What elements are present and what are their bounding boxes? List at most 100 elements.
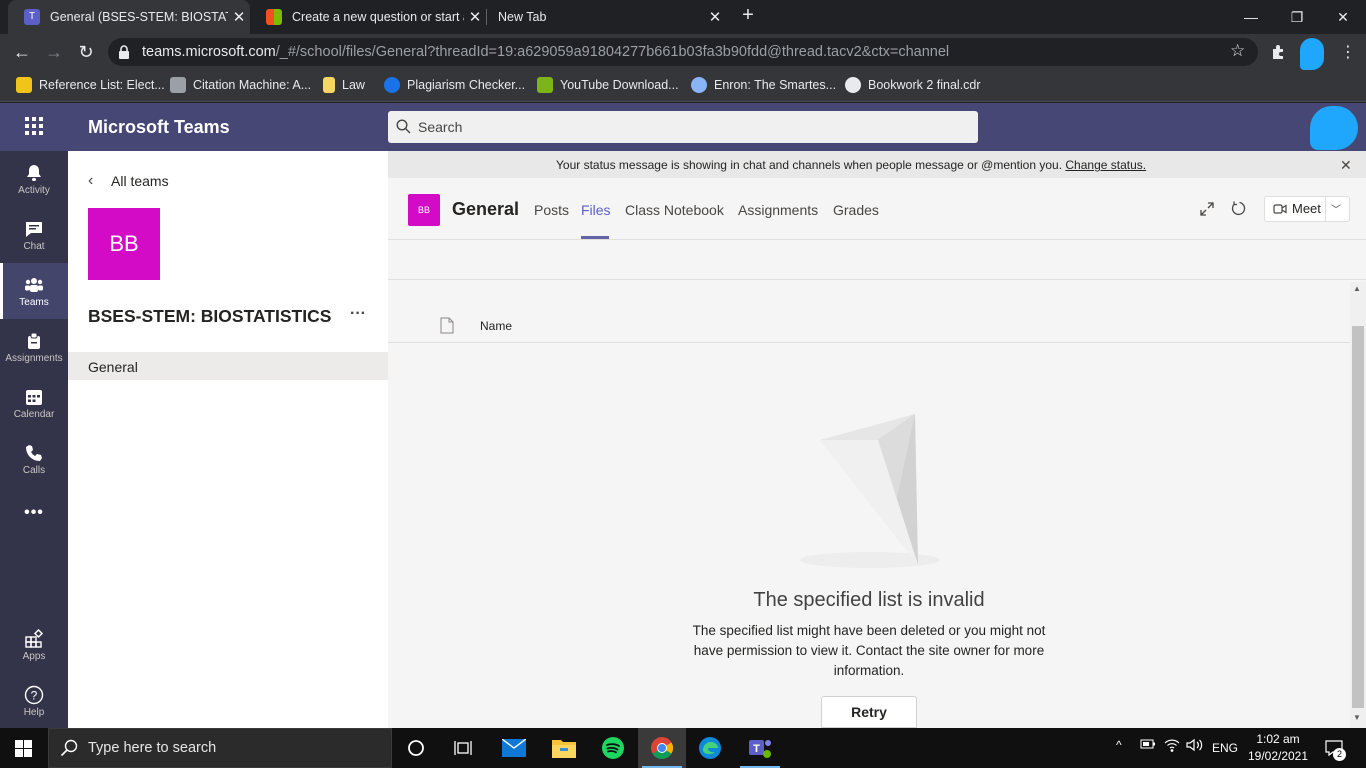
error-title: The specified list is invalid [753,589,985,611]
bookmark-item[interactable]: Citation Machine: A... [170,76,311,94]
banner-close-icon[interactable]: ✕ [1340,157,1352,174]
tab-close-icon[interactable]: ✕ [464,8,486,26]
back-arrow-icon[interactable]: ← [11,41,33,63]
tab-close-icon[interactable]: ✕ [704,8,726,26]
chevron-left-icon[interactable]: ‹ [88,172,93,190]
browser-tab-teams[interactable]: T General (BSES-STEM: BIOSTATISTICS) ✕ [8,0,250,34]
bookmark-label: YouTube Download... [560,78,679,92]
rail-help[interactable]: ? Help [0,673,68,729]
bookmark-label: Bookwork 2 final.cdr [868,78,981,92]
rail-calendar[interactable]: Calendar [0,375,68,431]
scroll-up-arrow-icon[interactable]: ▲ [1353,284,1361,293]
scrollbar-thumb[interactable] [1352,326,1364,708]
lock-icon[interactable] [118,44,130,60]
bookmark-label: Plagiarism Checker... [407,78,526,92]
taskbar-clock[interactable]: 1:02 am 19/02/2021 [1246,731,1310,765]
file-type-icon [440,317,454,339]
tab-title: New Tab [498,10,547,24]
column-name[interactable]: Name [480,319,512,333]
bookmark-star-icon[interactable]: ☆ [1230,41,1245,61]
language-indicator[interactable]: ENG [1212,741,1238,755]
rail-activity[interactable]: Activity [0,151,68,207]
notification-count-badge: 2 [1333,748,1346,761]
window-close-button[interactable]: ✕ [1320,0,1366,34]
search-icon [396,119,411,139]
bookmark-item[interactable]: Law [323,76,365,94]
rail-label: Teams [19,297,49,308]
search-input[interactable] [388,111,978,143]
rail-assignments[interactable]: Assignments [0,319,68,375]
change-status-link[interactable]: Change status. [1065,158,1146,172]
url-text[interactable]: teams.microsoft.com/_#/school/files/Gene… [142,44,949,60]
cortana-icon[interactable] [392,728,440,768]
all-teams-link[interactable]: All teams [111,173,169,189]
wifi-icon[interactable] [1164,738,1180,755]
minimize-button[interactable]: — [1228,0,1274,34]
tab-grades[interactable]: Grades [833,202,879,218]
tray-chevron-up-icon[interactable]: ^ [1116,738,1122,752]
extensions-puzzle-icon[interactable] [1270,43,1288,66]
forward-arrow-icon[interactable]: → [43,41,65,63]
task-view-icon[interactable] [440,728,488,768]
tab-class-notebook[interactable]: Class Notebook [625,202,724,218]
windows-start-icon[interactable] [15,740,32,762]
bookmark-item[interactable]: YouTube Download... [537,76,679,94]
teams-taskbar-icon[interactable]: T [736,728,784,768]
chat-icon [24,219,44,239]
files-column-header [388,310,1350,343]
bookmark-item[interactable]: Reference List: Elect... [16,76,165,94]
rail-chat[interactable]: Chat [0,207,68,263]
meet-label: Meet [1292,201,1321,216]
chrome-taskbar-icon[interactable] [638,728,686,768]
user-avatar[interactable] [1310,106,1358,150]
spotify-icon[interactable] [589,728,637,768]
rail-calls[interactable]: Calls [0,431,68,487]
bell-icon [24,163,44,183]
rail-apps[interactable]: Apps [0,617,68,673]
tab-files[interactable]: Files [581,202,611,218]
rail-more-icon[interactable]: ••• [0,493,68,533]
url-host: teams.microsoft.com [142,44,276,60]
browser-tab-newtab[interactable]: New Tab ✕ [486,0,726,34]
team-more-options-icon[interactable]: ··· [350,305,366,323]
refresh-icon[interactable] [1231,200,1248,222]
bookmark-label: Reference List: Elect... [39,78,165,92]
tab-assignments[interactable]: Assignments [738,202,818,218]
banner-message: Your status message is showing in chat a… [556,158,1063,172]
taskbar-search-icon [60,739,78,762]
bookmark-item[interactable]: Plagiarism Checker... [384,76,525,94]
active-tab-indicator [581,236,609,239]
bookmark-item[interactable]: Bookwork 2 final.cdr [845,76,981,94]
mail-icon[interactable] [490,728,538,768]
scroll-down-arrow-icon[interactable]: ▼ [1353,713,1361,722]
battery-icon[interactable] [1140,738,1156,753]
rail-label: Chat [23,241,45,252]
phone-icon [24,443,44,463]
app-launcher-icon[interactable] [25,117,43,140]
tab-title: Create a new question or start a discuss… [292,10,464,24]
volume-icon[interactable] [1186,738,1204,755]
restore-button[interactable]: ❐ [1274,0,1320,34]
apps-icon [24,628,44,649]
cla-icon [16,77,32,93]
channel-team-avatar: BB [408,194,440,226]
tab-close-icon[interactable]: ✕ [228,8,250,26]
error-message: The specified list might have been delet… [692,623,1046,678]
reload-icon[interactable]: ↻ [75,41,97,63]
microsoft-favicon-icon [266,9,282,25]
file-explorer-icon[interactable] [540,728,588,768]
profile-avatar[interactable] [1300,38,1324,70]
expand-icon[interactable] [1199,201,1215,222]
bookmark-item[interactable]: Enron: The Smartes... [691,76,836,94]
edge-icon[interactable] [686,728,734,768]
retry-button[interactable]: Retry [821,696,917,728]
browser-tab-question[interactable]: Create a new question or start a discuss… [250,0,486,34]
tab-posts[interactable]: Posts [534,202,569,218]
teams-icon [24,275,44,295]
globe-icon [845,77,861,93]
chrome-menu-icon[interactable]: ⋮ [1340,42,1356,62]
new-tab-button[interactable]: + [736,4,760,30]
calendar-icon [24,387,44,407]
rail-teams[interactable]: Teams [0,263,68,319]
chevron-down-icon[interactable]: ﹀ [1331,201,1341,216]
